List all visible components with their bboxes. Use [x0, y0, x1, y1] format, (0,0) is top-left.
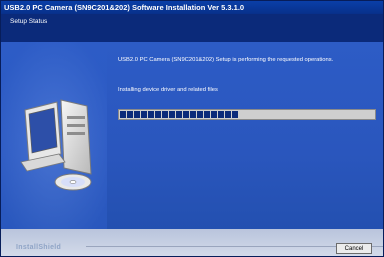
- cd-disc-icon: [54, 173, 92, 191]
- progress-segment: [218, 111, 224, 118]
- cancel-button[interactable]: Cancel: [336, 243, 372, 254]
- operation-message: USB2.0 PC Camera (SN9C201&202) Setup is …: [118, 57, 334, 63]
- progress-segment: [162, 111, 168, 118]
- computer-cd-illustration: [1, 42, 107, 229]
- progress-segment: [176, 111, 182, 118]
- progress-bar-fill: [120, 111, 238, 118]
- progress-segment: [232, 111, 238, 118]
- progress-segment: [141, 111, 147, 118]
- progress-segment: [169, 111, 175, 118]
- progress-segment: [225, 111, 231, 118]
- progress-segment: [183, 111, 189, 118]
- installer-window: USB2.0 PC Camera (SN9C201&202) Software …: [0, 0, 384, 257]
- content-panel: USB2.0 PC Camera (SN9C201&202) Setup is …: [1, 42, 383, 229]
- progress-segment: [134, 111, 140, 118]
- footer: InstallShield Cancel: [1, 229, 383, 256]
- subheader: Setup Status: [1, 14, 383, 42]
- progress-segment: [155, 111, 161, 118]
- progress-segment: [120, 111, 126, 118]
- progress-segment: [127, 111, 133, 118]
- progress-segment: [211, 111, 217, 118]
- progress-segment: [197, 111, 203, 118]
- title-bar: USB2.0 PC Camera (SN9C201&202) Software …: [1, 1, 383, 14]
- progress-segment: [148, 111, 154, 118]
- progress-segment: [204, 111, 210, 118]
- progress-segment: [190, 111, 196, 118]
- computer-icon: [20, 99, 92, 175]
- setup-status-heading: Setup Status: [10, 18, 48, 25]
- installshield-logo: InstallShield: [16, 244, 62, 251]
- progress-status-text: Installing device driver and related fil…: [118, 87, 218, 93]
- progress-bar: [118, 109, 376, 120]
- window-title: USB2.0 PC Camera (SN9C201&202) Software …: [4, 3, 245, 12]
